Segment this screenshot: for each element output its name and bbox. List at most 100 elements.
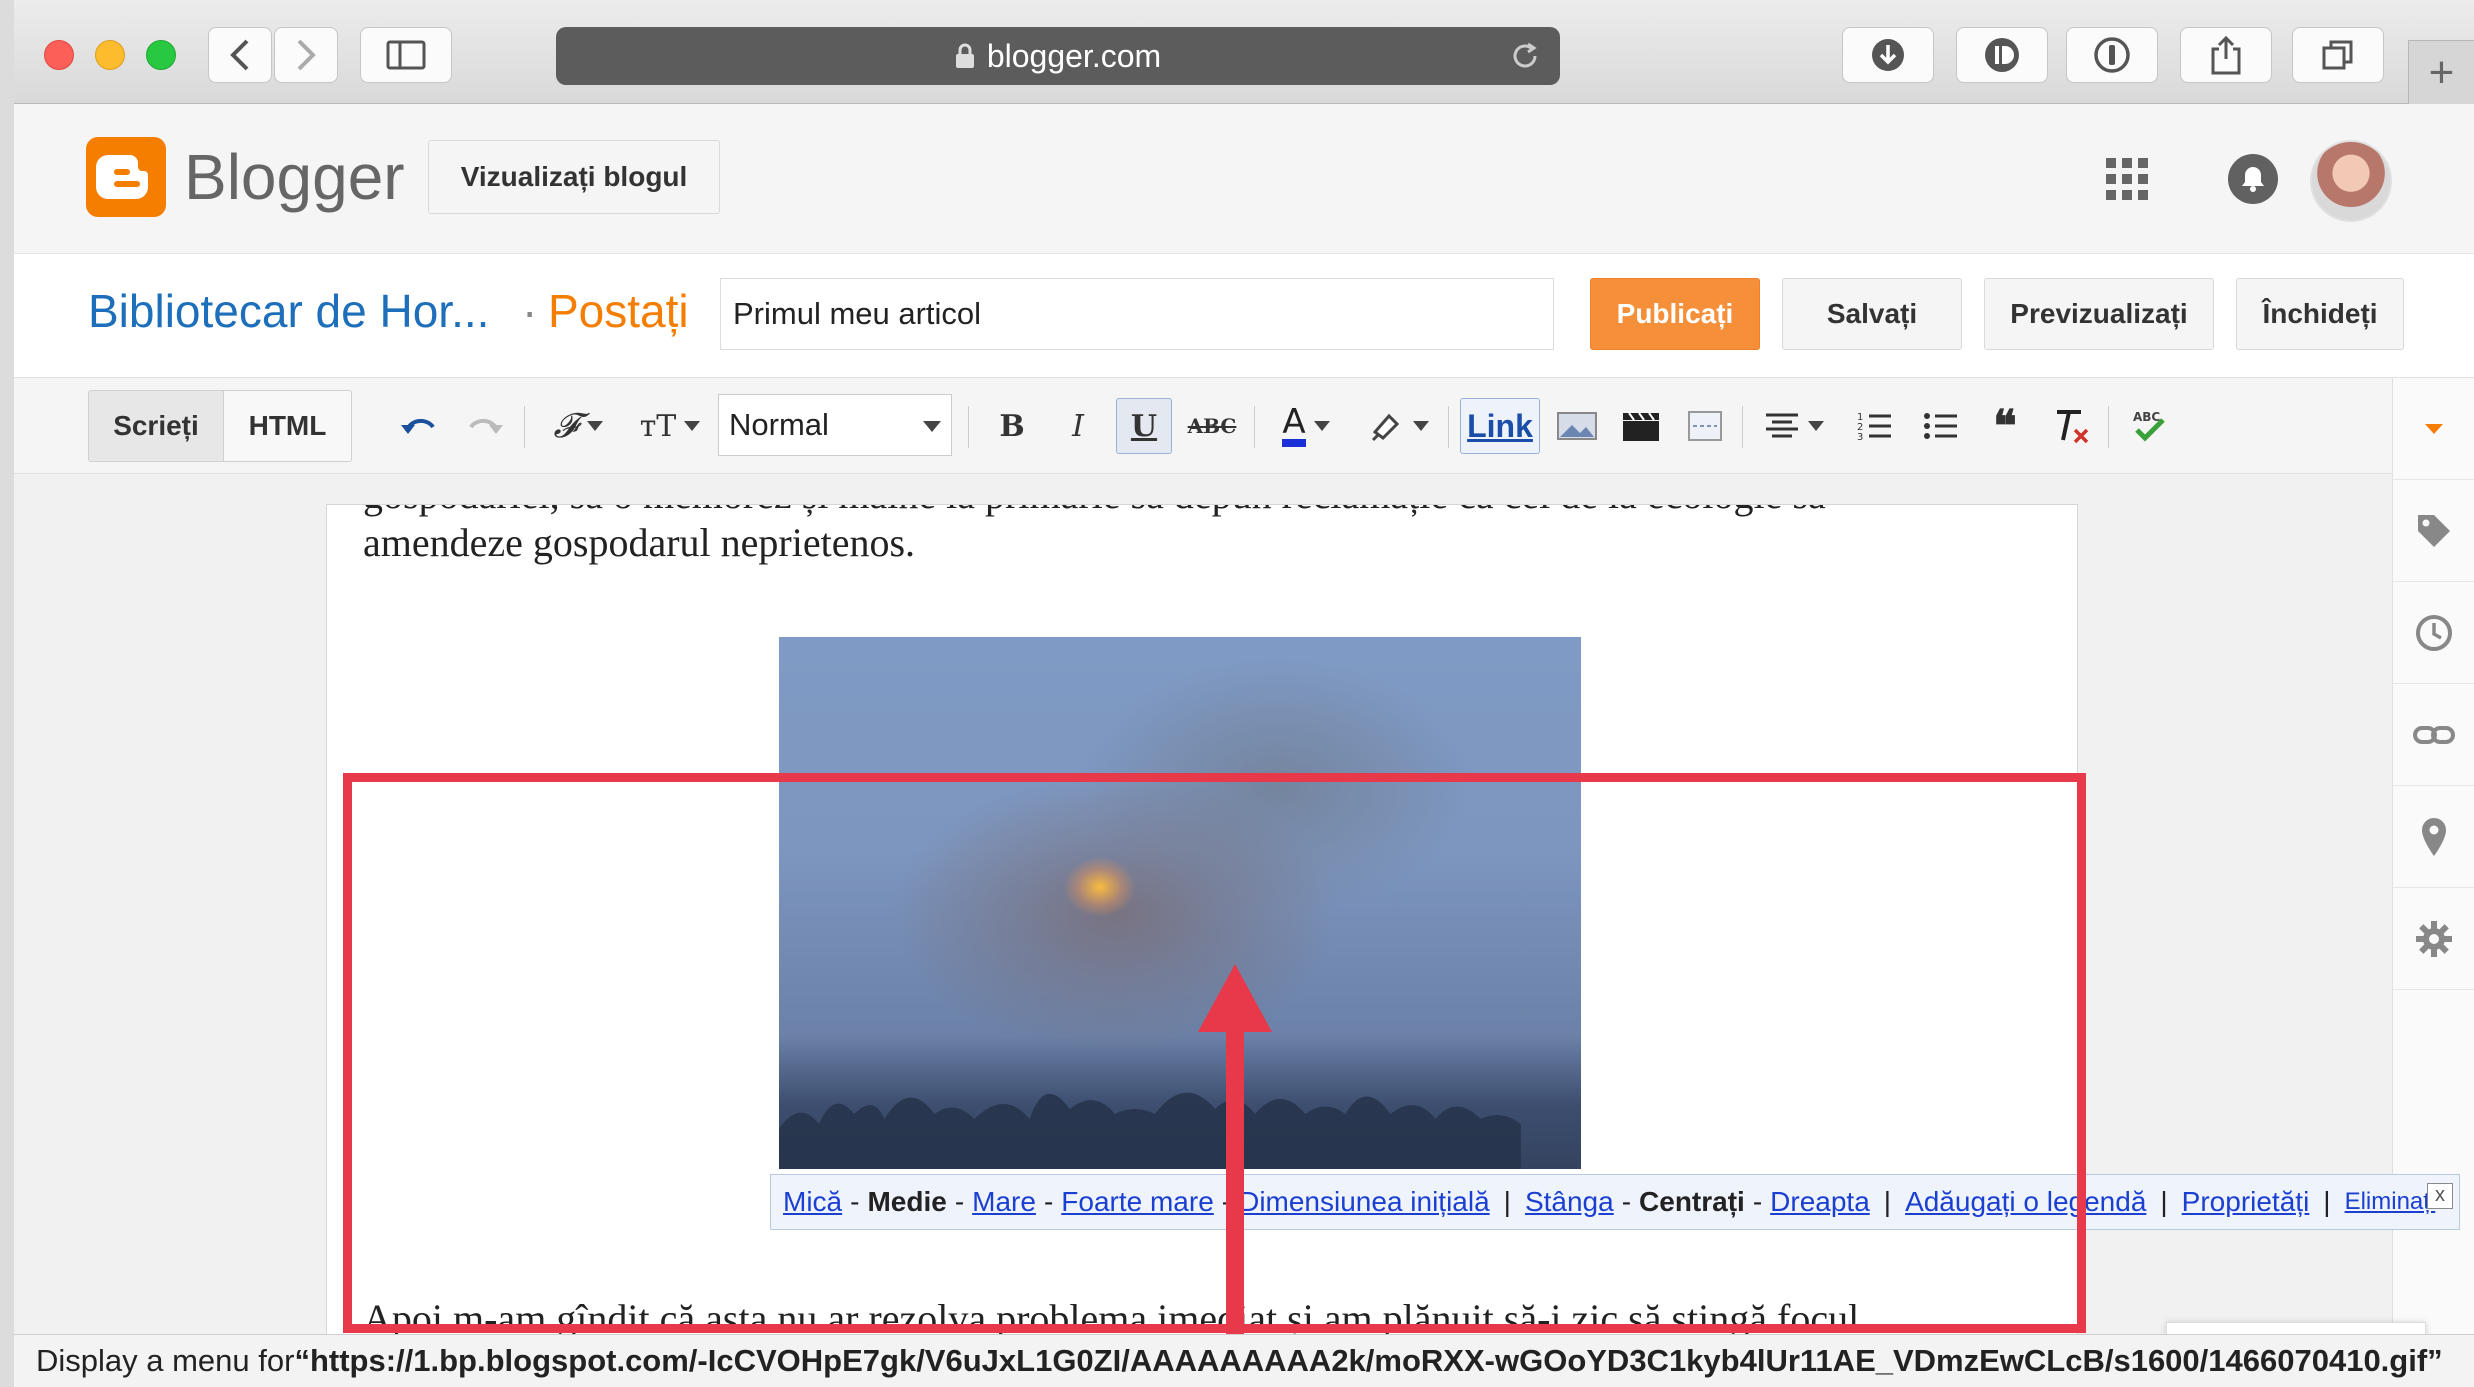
posts-section-label[interactable]: Postați — [548, 284, 689, 338]
svg-text:3: 3 — [1857, 432, 1863, 442]
close-editor-button[interactable]: Închideți — [2236, 278, 2404, 350]
download-icon — [1872, 39, 1904, 71]
blogger-header: Blogger Vizualizați blogul — [14, 104, 2474, 254]
sidebar-collapse-toggle[interactable] — [2393, 378, 2474, 480]
post-title-input[interactable] — [720, 278, 1554, 350]
toolbar-divider — [1448, 406, 1449, 448]
highlighter-icon — [1371, 413, 1400, 442]
insert-video-icon[interactable] — [1614, 398, 1668, 454]
address-bar[interactable]: blogger.com — [556, 27, 1560, 85]
tabs-icon — [2322, 40, 2353, 70]
redo-icon[interactable] — [458, 398, 512, 454]
view-blog-button[interactable]: Vizualizați blogul — [428, 140, 720, 214]
svg-text:ABC: ABC — [2133, 410, 2160, 424]
sidebar-item-permalink[interactable] — [2393, 684, 2474, 786]
apps-grid-icon[interactable] — [2104, 156, 2150, 202]
spellcheck-icon[interactable]: ABC — [2120, 398, 2180, 454]
image-properties-link[interactable]: Proprietăți — [2182, 1186, 2310, 1218]
paragraph-text: amendeze gospodarul neprietenos. — [363, 520, 916, 565]
bulleted-list-icon[interactable] — [1914, 398, 1968, 454]
lock-icon — [955, 43, 974, 68]
close-bubble-icon[interactable]: x — [2427, 1183, 2453, 1209]
tabs-overview-button[interactable] — [2292, 27, 2384, 83]
share-button[interactable] — [2180, 27, 2272, 83]
format-value: Normal — [729, 407, 829, 442]
remove-image-link[interactable]: Eliminați — [2345, 1188, 2436, 1216]
bold-button[interactable]: B — [986, 398, 1038, 454]
annotation-arrow-icon — [1198, 964, 1272, 1387]
editor-toolbar: Scrieți HTML 𝓕 тT Normal B I U ABC A Lin… — [14, 378, 2392, 474]
toolbar-divider — [524, 406, 525, 448]
back-button[interactable] — [208, 27, 272, 83]
clock-icon — [2416, 614, 2452, 651]
italic-button[interactable]: I — [1052, 398, 1104, 454]
toolbar-divider — [1742, 406, 1743, 448]
text-color-icon: A — [1282, 405, 1306, 447]
numbered-list-icon[interactable]: 123 — [1848, 398, 1902, 454]
insert-link-button[interactable]: Link — [1460, 398, 1540, 454]
sidebar-item-schedule[interactable] — [2393, 582, 2474, 684]
password-icon — [2094, 37, 2130, 73]
toolbar-divider — [2108, 406, 2109, 448]
tag-icon — [2418, 514, 2450, 547]
save-button[interactable]: Salvați — [1782, 278, 1962, 350]
sidebar-item-labels[interactable] — [2393, 480, 2474, 582]
paragraph-format-select[interactable]: Normal — [718, 394, 952, 456]
notifications-bell-icon[interactable] — [2228, 154, 2278, 204]
insert-jump-break-icon[interactable] — [1678, 398, 1732, 454]
compose-mode-tab[interactable]: Scrieți — [88, 390, 224, 462]
blogger-logo-icon[interactable] — [86, 137, 166, 217]
paragraph-cut-line: gospodăriei, să o memorez și mâine la pr… — [363, 505, 1826, 518]
strikethrough-button[interactable]: ABC — [1182, 398, 1242, 454]
extension-button-2[interactable] — [2066, 27, 2158, 83]
chevron-right-icon — [297, 39, 316, 71]
sidebar-toggle-button[interactable] — [360, 27, 452, 83]
quote-icon[interactable]: ❝ — [1978, 398, 2032, 454]
clear-formatting-icon[interactable] — [2044, 398, 2098, 454]
new-tab-button[interactable]: + — [2408, 40, 2474, 104]
sidebar-icon — [386, 40, 426, 70]
chevron-left-icon — [230, 39, 249, 71]
html-mode-tab[interactable]: HTML — [224, 390, 352, 462]
undo-icon[interactable] — [392, 398, 446, 454]
sidebar-item-location[interactable] — [2393, 786, 2474, 888]
sidebar-item-options[interactable] — [2393, 888, 2474, 990]
minimize-window-button[interactable] — [95, 40, 125, 70]
font-size-icon[interactable]: тT — [630, 398, 710, 454]
align-center-icon — [1766, 413, 1798, 438]
forward-button[interactable] — [274, 27, 338, 83]
ublock-icon — [1985, 38, 2019, 72]
underline-button[interactable]: U — [1116, 398, 1172, 454]
triangle-down-icon — [2425, 423, 2443, 434]
status-bar: Display a menu for “https://1.bp.blogspo… — [14, 1334, 2474, 1387]
insert-image-icon[interactable] — [1550, 398, 1604, 454]
extension-button-1[interactable] — [1956, 27, 2048, 83]
account-avatar[interactable] — [2310, 140, 2392, 222]
status-url: “https://1.bp.blogspot.com/-IcCVOHpE7gk/… — [294, 1343, 2443, 1378]
share-icon — [2211, 35, 2241, 75]
status-prefix: Display a menu for — [36, 1343, 295, 1378]
blog-name-link[interactable]: Bibliotecar de Hor... — [88, 284, 489, 338]
post-settings-sidebar — [2392, 378, 2474, 1387]
reload-icon[interactable] — [1508, 39, 1542, 73]
link-icon — [2413, 725, 2455, 744]
toolbar-divider — [1254, 406, 1255, 448]
downloads-button[interactable] — [1842, 27, 1934, 83]
url-text: blogger.com — [986, 37, 1162, 74]
publish-button[interactable]: Publicați — [1590, 278, 1760, 350]
chevron-down-icon — [923, 421, 941, 432]
location-pin-icon — [2422, 817, 2446, 856]
gear-icon — [2416, 920, 2452, 957]
breadcrumb-separator: · — [522, 285, 538, 337]
preview-button[interactable]: Previzualizați — [1984, 278, 2214, 350]
font-family-icon[interactable]: 𝓕 — [538, 398, 618, 454]
blogger-wordmark[interactable]: Blogger — [184, 140, 405, 214]
text-color-button[interactable]: A — [1266, 398, 1346, 454]
close-window-button[interactable] — [44, 40, 74, 70]
zoom-window-button[interactable] — [146, 40, 176, 70]
alignment-button[interactable] — [1754, 398, 1834, 454]
editor-title-bar: Bibliotecar de Hor... · Postați Publicaț… — [14, 254, 2474, 378]
highlight-color-button[interactable] — [1360, 398, 1438, 454]
browser-toolbar: blogger.com + — [0, 0, 2474, 104]
window-edge — [0, 0, 14, 1387]
